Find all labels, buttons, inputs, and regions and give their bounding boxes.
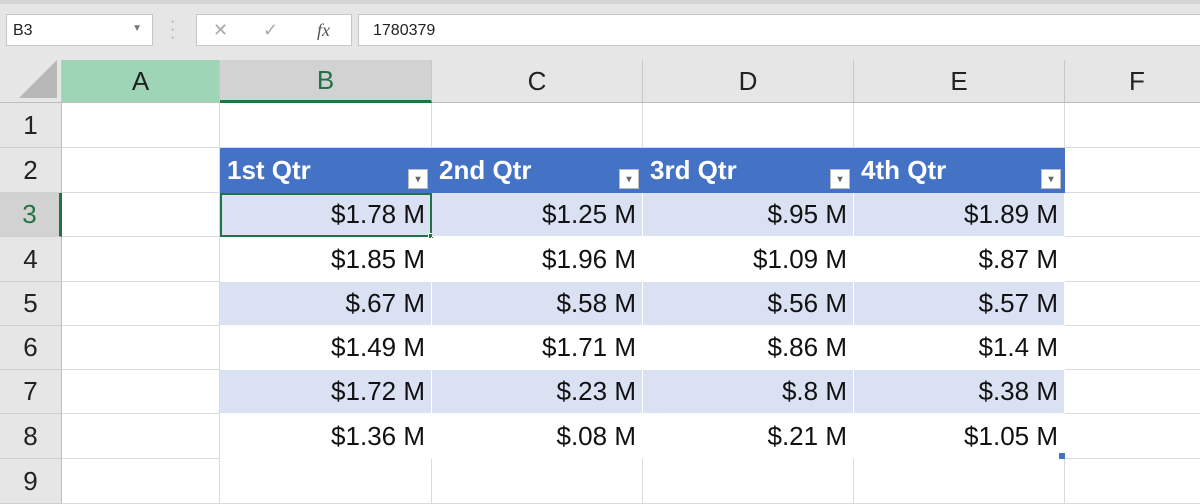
cell[interactable] — [62, 193, 220, 237]
table-cell[interactable]: $.86 M — [643, 326, 854, 370]
formula-bar-area: B3 ▼ · · · ✕ ✓ fx 1780379 — [0, 0, 1200, 60]
column-header-a[interactable]: A — [62, 60, 220, 103]
cell[interactable] — [62, 237, 220, 282]
cell[interactable] — [854, 103, 1065, 148]
column-header-f[interactable]: F — [1065, 60, 1200, 103]
table-cell[interactable]: $1.72 M — [220, 370, 432, 414]
header-label: 2nd Qtr — [439, 154, 532, 185]
row-header-9[interactable]: 9 — [0, 459, 62, 504]
table-cell[interactable]: $.8 M — [643, 370, 854, 414]
column-header-c[interactable]: C — [432, 60, 643, 103]
cell[interactable] — [62, 282, 220, 326]
filter-dropdown-icon[interactable]: ▾ — [830, 169, 850, 189]
cell[interactable] — [432, 103, 643, 148]
cell[interactable] — [1065, 103, 1200, 148]
filter-dropdown-icon[interactable]: ▾ — [408, 169, 428, 189]
drag-handle-icon[interactable]: · · · — [170, 14, 175, 46]
cell[interactable] — [62, 148, 220, 193]
cell[interactable] — [1065, 148, 1200, 193]
column-header-d[interactable]: D — [643, 60, 854, 103]
cell[interactable] — [62, 370, 220, 414]
cancel-icon[interactable]: ✕ — [213, 20, 228, 41]
formula-input[interactable]: 1780379 — [358, 14, 1200, 46]
table-cell[interactable]: $1.36 M — [220, 414, 432, 459]
table-cell[interactable]: $.23 M — [432, 370, 643, 414]
table-cell[interactable]: $.58 M — [432, 282, 643, 326]
cell[interactable] — [1065, 237, 1200, 282]
table-cell[interactable]: $1.96 M — [432, 237, 643, 282]
table-header-cell[interactable]: 4th Qtr ▾ — [854, 148, 1065, 193]
header-label: 3rd Qtr — [650, 154, 737, 185]
insert-function-icon[interactable]: fx — [317, 20, 330, 41]
chevron-down-icon[interactable]: ▼ — [132, 23, 142, 34]
cell[interactable] — [1065, 326, 1200, 370]
table-cell[interactable]: $1.78 M — [220, 193, 434, 239]
row-header-8[interactable]: 8 — [0, 414, 62, 459]
cell[interactable] — [62, 414, 220, 459]
table-cell[interactable]: $1.4 M — [854, 326, 1065, 370]
cell[interactable] — [854, 459, 1065, 504]
column-header-b[interactable]: B — [220, 60, 432, 103]
filter-dropdown-icon[interactable]: ▾ — [619, 169, 639, 189]
table-cell[interactable]: $1.05 M — [854, 414, 1065, 459]
header-label: 4th Qtr — [861, 154, 947, 185]
table-cell[interactable]: $.38 M — [854, 370, 1065, 414]
cell[interactable] — [643, 459, 854, 504]
select-all-button[interactable] — [0, 60, 62, 103]
cell[interactable] — [62, 103, 220, 148]
table-cell[interactable]: $1.25 M — [432, 193, 643, 237]
formula-buttons: ✕ ✓ fx — [196, 14, 352, 46]
column-header-e[interactable]: E — [854, 60, 1065, 103]
cell[interactable] — [62, 326, 220, 370]
table-cell[interactable]: $.67 M — [220, 282, 432, 326]
row-header-7[interactable]: 7 — [0, 370, 62, 414]
cell[interactable] — [432, 459, 643, 504]
row-header-3[interactable]: 3 — [0, 193, 62, 237]
table-cell[interactable]: $.21 M — [643, 414, 854, 459]
table-cell[interactable]: $.87 M — [854, 237, 1065, 282]
cell[interactable] — [1065, 370, 1200, 414]
cell[interactable] — [643, 103, 854, 148]
table-cell[interactable]: $1.49 M — [220, 326, 432, 370]
cell[interactable] — [1065, 193, 1200, 237]
header-label: 1st Qtr — [227, 154, 311, 185]
table-cell[interactable]: $.57 M — [854, 282, 1065, 326]
name-box-value: B3 — [13, 22, 33, 39]
cell[interactable] — [1065, 282, 1200, 326]
name-box[interactable]: B3 ▼ — [6, 14, 153, 46]
row-header-1[interactable]: 1 — [0, 103, 62, 148]
cell[interactable] — [1065, 459, 1200, 504]
row-header-4[interactable]: 4 — [0, 237, 62, 282]
row-header-5[interactable]: 5 — [0, 282, 62, 326]
table-cell[interactable]: $1.89 M — [854, 193, 1065, 237]
enter-icon[interactable]: ✓ — [263, 20, 278, 41]
table-cell[interactable]: $1.85 M — [220, 237, 432, 282]
table-header-cell[interactable]: 2nd Qtr ▾ — [432, 148, 643, 193]
filter-dropdown-icon[interactable]: ▾ — [1041, 169, 1061, 189]
table-cell[interactable]: $.56 M — [643, 282, 854, 326]
cell[interactable] — [1065, 414, 1200, 459]
cell[interactable] — [62, 459, 220, 504]
table-cell[interactable]: $.08 M — [432, 414, 643, 459]
cell[interactable] — [220, 103, 432, 148]
table-cell[interactable]: $.95 M — [643, 193, 854, 237]
row-header-6[interactable]: 6 — [0, 326, 62, 370]
table-cell[interactable]: $1.09 M — [643, 237, 854, 282]
cell[interactable] — [220, 459, 432, 504]
table-header-cell[interactable]: 3rd Qtr ▾ — [643, 148, 854, 193]
table-header-cell[interactable]: 1st Qtr ▾ — [220, 148, 432, 193]
table-cell[interactable]: $1.71 M — [432, 326, 643, 370]
row-header-2[interactable]: 2 — [0, 148, 62, 193]
